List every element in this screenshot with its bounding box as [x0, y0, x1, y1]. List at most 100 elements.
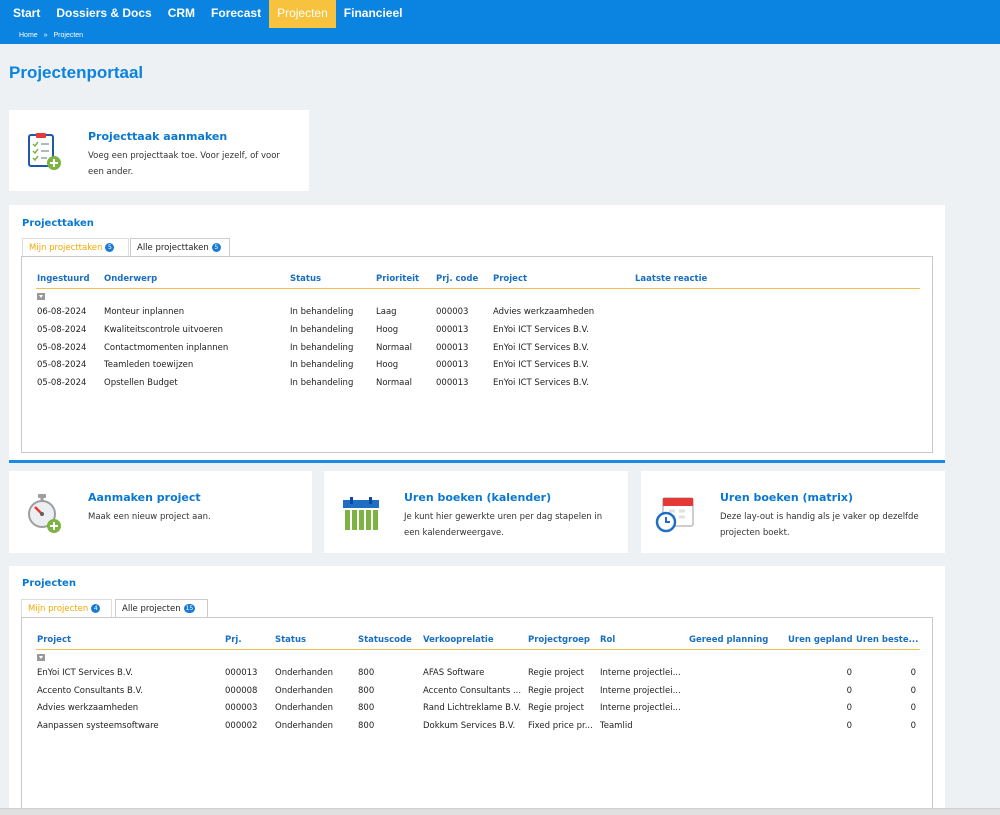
col-prj[interactable]: Prj.	[225, 635, 242, 645]
tile-hours-calendar[interactable]: Uren boeken (kalender) Je kunt hier gewe…	[324, 471, 628, 553]
table-row[interactable]: 05-08-2024 Contactmomenten inplannen In …	[22, 340, 930, 357]
tab-my-tasks[interactable]: Mijn projecttaken 5	[22, 238, 129, 256]
tasks-grid: Ingestuurd Onderwerp Status Prioriteit P…	[21, 256, 933, 453]
cell-date: 06-08-2024	[37, 307, 87, 317]
nav-financieel[interactable]: Financieel	[336, 0, 411, 28]
cell-status: Onderhanden	[275, 721, 334, 731]
cell-relation: Rand Lichtreklame B.V.	[423, 703, 522, 713]
header-divider	[36, 649, 920, 650]
cell-relation: AFAS Software	[423, 668, 485, 678]
tile-hours-matrix-title[interactable]: Uren boeken (matrix)	[720, 491, 853, 504]
cell-status: Onderhanden	[275, 703, 334, 713]
cell-hours-spent: 0	[910, 703, 916, 713]
cell-prj: 000003	[225, 703, 258, 713]
col-project[interactable]: Project	[37, 635, 71, 645]
projects-panel-title: Projecten	[22, 578, 76, 589]
col-statuscode[interactable]: Statuscode	[358, 635, 412, 645]
cell-statuscode: 800	[358, 721, 375, 731]
table-row[interactable]: Advies werkzaamheden 000003 Onderhanden …	[22, 700, 930, 717]
col-rol[interactable]: Rol	[600, 635, 615, 645]
breadcrumb-current: Projecten	[53, 32, 84, 39]
cell-group: Regie project	[528, 686, 584, 696]
col-status[interactable]: Status	[275, 635, 306, 645]
nav-start[interactable]: Start	[0, 0, 48, 28]
nav-projecten[interactable]: Projecten	[269, 0, 336, 28]
col-gereed-planning[interactable]: Gereed planning	[689, 635, 768, 645]
cell-code: 000013	[436, 360, 469, 370]
col-verkooprelatie[interactable]: Verkooprelatie	[423, 635, 494, 645]
cell-priority: Hoog	[376, 360, 399, 370]
cell-project: Accento Consultants B.V.	[37, 686, 143, 696]
cell-priority: Hoog	[376, 325, 399, 335]
tab-my-projects[interactable]: Mijn projecten 4	[21, 599, 112, 617]
tab-my-projects-label: Mijn projecten	[28, 604, 89, 614]
col-uren-gepland[interactable]: Uren gepland	[788, 635, 853, 645]
header-divider	[36, 288, 920, 289]
tile-create-task-desc: Voeg een projecttaak toe. Voor jezelf, o…	[88, 151, 280, 177]
top-navigation-bar: Start Dossiers & Docs CRM Forecast Proje…	[0, 0, 1000, 44]
cell-relation: Accento Consultants ...	[423, 686, 522, 696]
col-onderwerp[interactable]: Onderwerp	[104, 274, 157, 284]
table-row[interactable]: EnYoi ICT Services B.V. 000013 Onderhand…	[22, 665, 930, 682]
col-project[interactable]: Project	[493, 274, 527, 284]
cell-subject: Contactmomenten inplannen	[104, 343, 229, 353]
tile-create-task-title[interactable]: Projecttaak aanmaken	[88, 130, 227, 143]
cell-project: Advies werkzaamheden	[37, 703, 139, 713]
cell-priority: Normaal	[376, 378, 412, 388]
tile-create-project[interactable]: Aanmaken project Maak een nieuw project …	[9, 471, 312, 553]
cell-hours-planned: 0	[846, 703, 852, 713]
table-row[interactable]: 05-08-2024 Kwaliteitscontrole uitvoeren …	[22, 322, 930, 339]
projects-grid: Project Prj. Status Statuscode Verkoopre…	[21, 617, 933, 815]
cell-status: In behandeling	[290, 343, 354, 353]
col-prioriteit[interactable]: Prioriteit	[376, 274, 419, 284]
cell-hours-planned: 0	[846, 686, 852, 696]
cell-project: EnYoi ICT Services B.V.	[493, 378, 589, 388]
tile-create-project-title[interactable]: Aanmaken project	[88, 491, 201, 504]
nav-crm[interactable]: CRM	[160, 0, 203, 28]
cell-prj: 000013	[225, 668, 258, 678]
filter-icon[interactable]	[37, 293, 45, 300]
col-prj-code[interactable]: Prj. code	[436, 274, 478, 284]
clipboard-add-icon	[28, 133, 61, 170]
filter-icon[interactable]	[37, 654, 45, 661]
breadcrumb-home[interactable]: Home	[19, 32, 38, 39]
col-projectgroep[interactable]: Projectgroep	[528, 635, 590, 645]
nav-forecast[interactable]: Forecast	[203, 0, 269, 28]
tab-my-tasks-count: 5	[105, 243, 115, 252]
tile-create-task[interactable]: Projecttaak aanmaken Voeg een projecttaa…	[9, 110, 309, 191]
table-row[interactable]: 06-08-2024 Monteur inplannen In behandel…	[22, 304, 930, 321]
table-row[interactable]: Accento Consultants B.V. 000008 Onderhan…	[22, 683, 930, 700]
cell-hours-planned: 0	[846, 721, 852, 731]
table-row[interactable]: 05-08-2024 Opstellen Budget In behandeli…	[22, 375, 930, 392]
tile-create-project-desc: Maak een nieuw project aan.	[88, 512, 211, 522]
cell-hours-spent: 0	[910, 721, 916, 731]
page-title: Projectenportaal	[9, 63, 144, 82]
tab-my-projects-count: 4	[91, 604, 101, 613]
col-status[interactable]: Status	[290, 274, 321, 284]
table-row[interactable]: Aanpassen systeemsoftware 000002 Onderha…	[22, 718, 930, 735]
calendar-clock-icon	[655, 497, 694, 533]
tab-all-projects[interactable]: Alle projecten 15	[115, 599, 208, 617]
tile-hours-matrix-desc: Deze lay-out is handig als je vaker op d…	[720, 512, 919, 538]
tasks-panel: Projecttaken Mijn projecttaken 5 Alle pro…	[9, 205, 945, 460]
cell-prj: 000002	[225, 721, 258, 731]
cell-hours-spent: 0	[910, 686, 916, 696]
tasks-panel-title: Projecttaken	[22, 218, 94, 229]
cell-status: Onderhanden	[275, 668, 334, 678]
tile-hours-calendar-title[interactable]: Uren boeken (kalender)	[404, 491, 551, 504]
cell-prj: 000008	[225, 686, 258, 696]
cell-statuscode: 800	[358, 686, 375, 696]
col-uren-besteed[interactable]: Uren beste...	[856, 635, 918, 645]
cell-status: In behandeling	[290, 378, 354, 388]
col-ingestuurd[interactable]: Ingestuurd	[37, 274, 90, 284]
main-menu: Start Dossiers & Docs CRM Forecast Proje…	[0, 0, 410, 28]
nav-dossiers-docs[interactable]: Dossiers & Docs	[48, 0, 159, 28]
cell-date: 05-08-2024	[37, 343, 87, 353]
col-laatste-reactie[interactable]: Laatste reactie	[635, 274, 707, 284]
projects-panel: Projecten Mijn projecten 4 Alle projecten…	[9, 566, 945, 815]
table-row[interactable]: 05-08-2024 Teamleden toewijzen In behand…	[22, 357, 930, 374]
cell-role: Interne projectlei...	[600, 703, 681, 713]
cell-subject: Opstellen Budget	[104, 378, 178, 388]
tile-hours-matrix[interactable]: Uren boeken (matrix) Deze lay-out is han…	[641, 471, 945, 553]
tab-all-tasks[interactable]: Alle projecttaken 5	[130, 238, 230, 256]
